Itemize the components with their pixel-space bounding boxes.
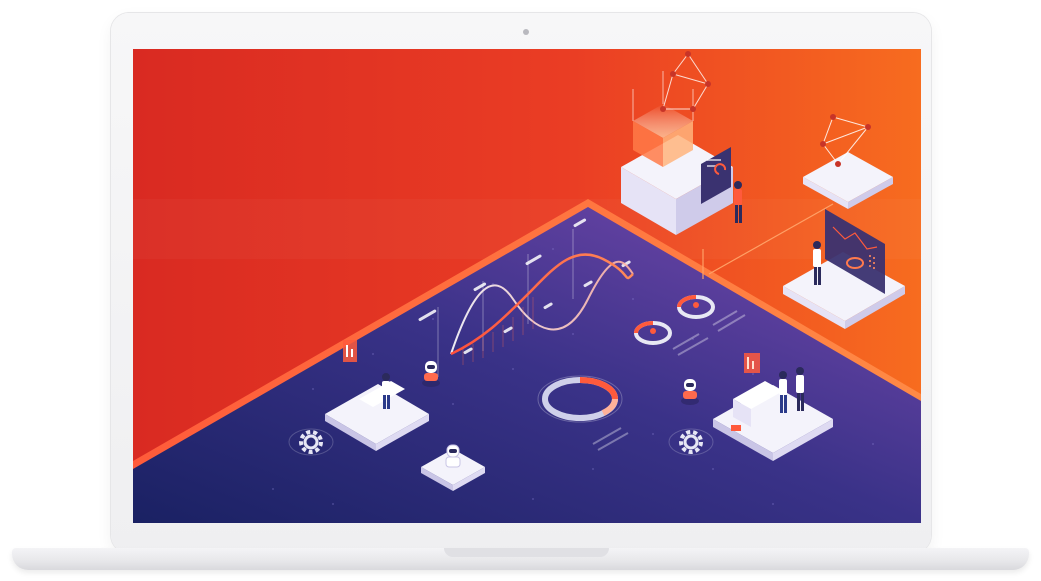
scene xyxy=(0,0,1041,581)
laptop-screen xyxy=(133,49,921,523)
person-icon xyxy=(796,367,804,411)
person-icon xyxy=(734,181,742,223)
camera-icon xyxy=(523,29,529,35)
isometric-illustration xyxy=(133,49,921,523)
person-icon xyxy=(813,241,821,285)
person-icon xyxy=(382,373,390,409)
laptop-hinge-notch xyxy=(444,548,609,557)
person-icon xyxy=(779,371,787,413)
